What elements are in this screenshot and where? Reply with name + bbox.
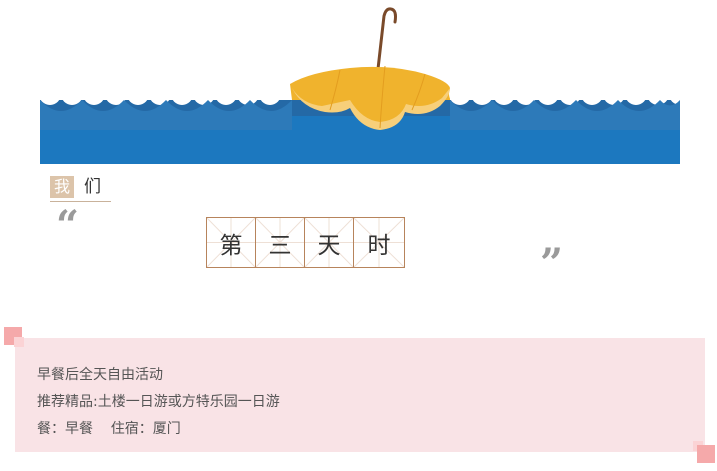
title-char: 三 <box>268 232 292 259</box>
itinerary-line: 餐：早餐 住宿：厦门 <box>37 421 181 437</box>
close-quote-mark: ” <box>540 240 564 287</box>
title-cell: 时 <box>354 218 404 267</box>
title-cell: 第 <box>207 218 256 267</box>
title-char: 第 <box>219 232 243 259</box>
sea-umbrella-illustration <box>40 7 680 164</box>
open-quote-mark: “ <box>56 202 80 249</box>
day-title-grid: 第 三 天 时 <box>206 217 405 268</box>
banner-illustration <box>40 0 680 164</box>
itinerary-box: 早餐后全天自由活动 推荐精品:土楼一日游或方特乐园一日游 餐：早餐 住宿：厦门 <box>15 338 705 452</box>
itinerary-line: 早餐后全天自由活动 <box>37 367 163 383</box>
section-label-rest: 们 <box>84 177 101 197</box>
title-cell: 三 <box>256 218 305 267</box>
itinerary-line: 推荐精品:土楼一日游或方特乐园一日游 <box>37 394 280 410</box>
corner-decoration-top-left <box>4 327 24 347</box>
title-char: 天 <box>317 232 341 259</box>
section-label: 我 们 <box>50 176 101 198</box>
itinerary-lines: 早餐后全天自由活动 推荐精品:土楼一日游或方特乐园一日游 餐：早餐 住宿：厦门 <box>37 362 280 443</box>
title-cell: 天 <box>305 218 354 267</box>
corner-decoration-bottom-right <box>693 441 715 463</box>
title-char: 时 <box>367 232 391 259</box>
section-label-highlight: 我 <box>50 176 74 198</box>
